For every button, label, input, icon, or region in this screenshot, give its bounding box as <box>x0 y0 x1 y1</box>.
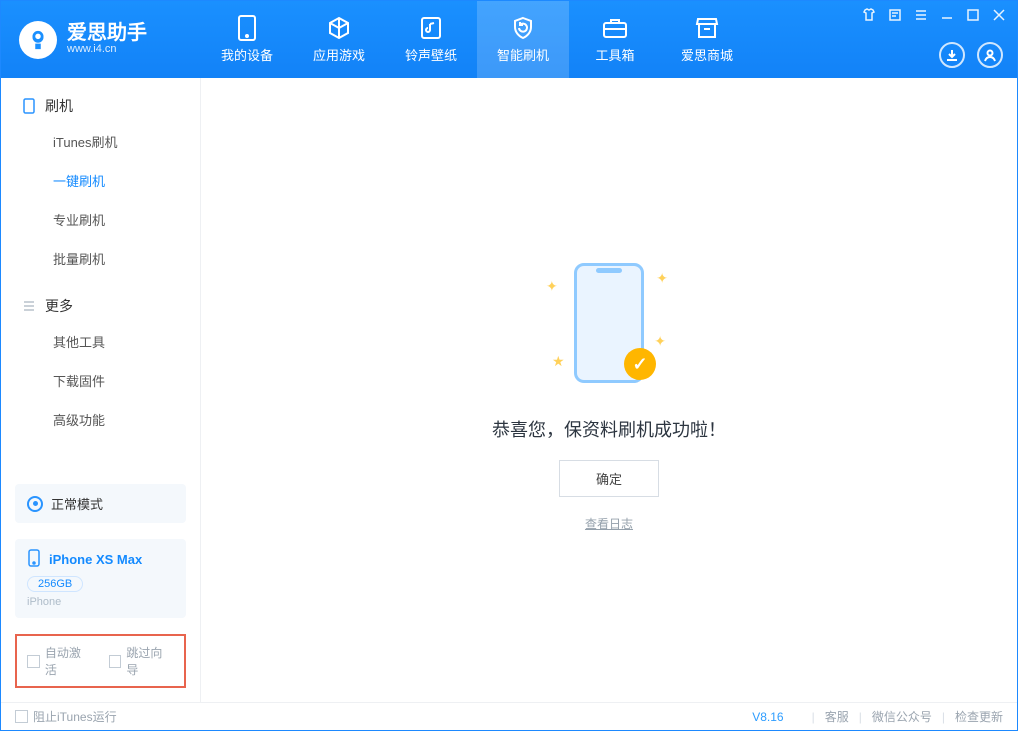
ok-button[interactable]: 确定 <box>559 460 659 497</box>
brand-name: 爱思助手 <box>67 23 147 43</box>
nav-smart-flash[interactable]: 智能刷机 <box>477 1 569 78</box>
nav-label: 工具箱 <box>595 45 634 64</box>
success-message: 恭喜您，保资料刷机成功啦！ <box>492 416 726 442</box>
sidebar-item-pro-flash[interactable]: 专业刷机 <box>1 200 200 239</box>
shield-refresh-icon <box>510 15 536 41</box>
sidebar-item-itunes-flash[interactable]: iTunes刷机 <box>1 122 200 161</box>
check-update-link[interactable]: 检查更新 <box>955 708 1003 725</box>
nav-store[interactable]: 爱思商城 <box>661 1 753 78</box>
view-log-link[interactable]: 查看日志 <box>585 515 633 532</box>
titlebar-controls <box>861 7 1007 23</box>
nav-my-device[interactable]: 我的设备 <box>201 1 293 78</box>
music-doc-icon <box>418 15 444 41</box>
version-label: V8.16 <box>752 710 783 724</box>
mode-card[interactable]: 正常模式 <box>15 484 186 523</box>
nav-label: 爱思商城 <box>681 45 733 64</box>
check-badge-icon: ✓ <box>624 348 656 380</box>
sparkle-icon: ✦ <box>656 270 668 287</box>
device-card[interactable]: iPhone XS Max 256GB iPhone <box>15 539 186 618</box>
highlighted-options-box: 自动激活 跳过向导 <box>15 634 186 688</box>
device-capacity: 256GB <box>27 576 83 592</box>
main-content: ✦ ✦ ★ ✦ ✓ 恭喜您，保资料刷机成功啦！ 确定 查看日志 <box>201 78 1017 702</box>
nav-label: 智能刷机 <box>497 45 549 64</box>
support-link[interactable]: 客服 <box>825 708 849 725</box>
nav-label: 我的设备 <box>221 45 273 64</box>
sidebar-head-more: 更多 <box>1 296 200 322</box>
success-illustration: ✦ ✦ ★ ✦ ✓ <box>534 248 684 398</box>
device-phone-icon <box>27 549 41 570</box>
sparkle-icon: ✦ <box>654 333 666 350</box>
list-icon <box>21 298 37 314</box>
sparkle-icon: ★ <box>552 353 565 370</box>
nav-toolbox[interactable]: 工具箱 <box>569 1 661 78</box>
shop-icon <box>694 15 720 41</box>
shirt-icon[interactable] <box>861 7 877 23</box>
minimize-icon[interactable] <box>939 7 955 23</box>
device-name: iPhone XS Max <box>49 552 142 567</box>
sidebar-item-download-firmware[interactable]: 下载固件 <box>1 361 200 400</box>
sidebar: 刷机 iTunes刷机 一键刷机 专业刷机 批量刷机 更多 其他工具 下载固件 … <box>1 78 201 702</box>
sidebar-head-flash: 刷机 <box>1 96 200 122</box>
wechat-link[interactable]: 微信公众号 <box>872 708 932 725</box>
skip-guide-checkbox[interactable]: 跳过向导 <box>109 644 175 678</box>
brand-url: www.i4.cn <box>67 43 147 56</box>
nav-label: 应用游戏 <box>313 45 365 64</box>
mode-indicator-icon <box>27 496 43 512</box>
close-icon[interactable] <box>991 7 1007 23</box>
auto-activate-checkbox[interactable]: 自动激活 <box>27 644 93 678</box>
mode-label: 正常模式 <box>51 494 103 513</box>
sparkle-icon: ✦ <box>546 278 558 295</box>
toolbox-icon <box>602 15 628 41</box>
nav-apps-games[interactable]: 应用游戏 <box>293 1 385 78</box>
device-platform: iPhone <box>27 596 174 608</box>
main-nav: 我的设备 应用游戏 铃声壁纸 智能刷机 工具箱 爱思商城 <box>201 1 753 78</box>
nav-label: 铃声壁纸 <box>405 45 457 64</box>
nav-ringtone-wallpaper[interactable]: 铃声壁纸 <box>385 1 477 78</box>
note-icon[interactable] <box>887 7 903 23</box>
sidebar-item-batch-flash[interactable]: 批量刷机 <box>1 239 200 278</box>
download-icon[interactable] <box>939 42 965 68</box>
sidebar-item-advanced[interactable]: 高级功能 <box>1 400 200 439</box>
maximize-icon[interactable] <box>965 7 981 23</box>
brand-area: 爱思助手 www.i4.cn <box>1 1 201 78</box>
cube-icon <box>326 15 352 41</box>
sidebar-item-oneclick-flash[interactable]: 一键刷机 <box>1 161 200 200</box>
user-icon[interactable] <box>977 42 1003 68</box>
brand-logo-icon <box>19 21 57 59</box>
footer-bar: 阻止iTunes运行 V8.16 | 客服 | 微信公众号 | 检查更新 <box>1 702 1017 730</box>
sidebar-item-other-tools[interactable]: 其他工具 <box>1 322 200 361</box>
device-icon <box>234 15 260 41</box>
phone-outline-icon <box>21 98 37 114</box>
block-itunes-checkbox[interactable]: 阻止iTunes运行 <box>15 708 117 725</box>
header-aux <box>939 42 1003 68</box>
menu-icon[interactable] <box>913 7 929 23</box>
app-header: 爱思助手 www.i4.cn 我的设备 应用游戏 铃声壁纸 智能刷机 工具箱 爱… <box>1 1 1017 78</box>
